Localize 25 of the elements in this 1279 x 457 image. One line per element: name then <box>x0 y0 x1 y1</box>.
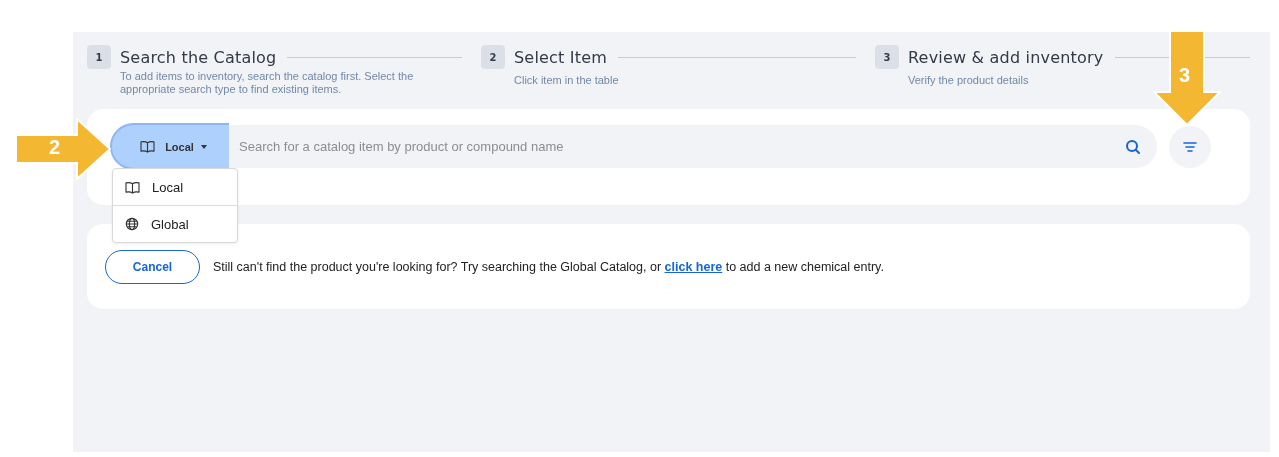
filter-icon <box>1183 140 1197 153</box>
step-description: Verify the product details <box>908 74 1029 87</box>
step-title: Select Item <box>514 47 608 67</box>
click-here-link[interactable]: click here <box>664 259 723 274</box>
step-number: 1 <box>87 45 111 69</box>
callout-number: 3 <box>1179 64 1191 87</box>
globe-icon <box>125 217 139 231</box>
help-message: Still can't find the product you're looking for? Try searching the Global Catalog, or click here to add a new chemical entry. <box>213 259 884 274</box>
search-field[interactable]: Local Search for a catalog item by product or compound name <box>110 125 1157 168</box>
step-number: 3 <box>875 45 899 69</box>
scope-dropdown[interactable]: Local <box>110 123 229 170</box>
caret-icon <box>200 144 207 149</box>
step-description: Click item in the table <box>514 74 619 87</box>
step-description: To add items to inventory, search the catalog first. Select the appropriate search type to find existing items. <box>120 70 415 96</box>
book-icon <box>140 140 156 153</box>
filter-button[interactable] <box>1169 125 1211 168</box>
menu-item[interactable]: Global <box>113 205 237 242</box>
menu-item[interactable]: Local <box>113 169 237 205</box>
search-icon[interactable] <box>1125 138 1141 155</box>
step-title: Review & add inventory <box>908 47 1104 67</box>
cancel-button[interactable]: Cancel <box>105 249 200 284</box>
book-icon <box>125 180 140 194</box>
callout-number: 2 <box>49 136 61 159</box>
step-number: 2 <box>481 45 505 69</box>
step-title: Search the Catalog <box>120 47 277 67</box>
